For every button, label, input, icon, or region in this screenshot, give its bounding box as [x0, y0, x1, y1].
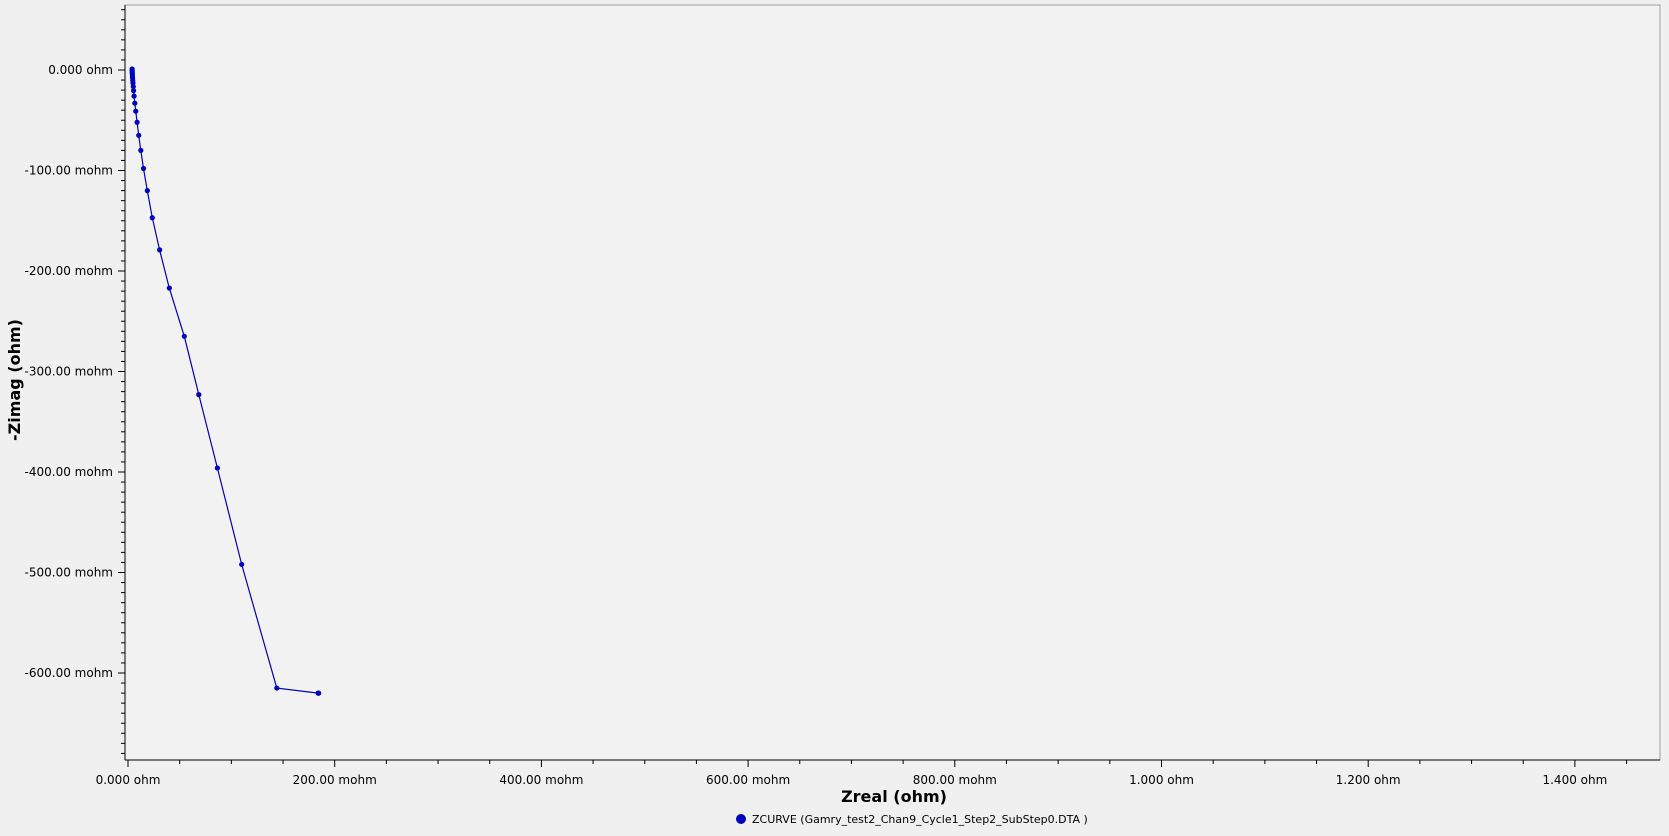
y-tick-label: -400.00 mohm [25, 465, 113, 479]
data-point [138, 147, 144, 153]
y-tick-label: -300.00 mohm [25, 365, 113, 379]
data-point [131, 93, 137, 99]
data-point [214, 465, 220, 471]
data-point [132, 100, 138, 106]
x-tick-label: 1.200 ohm [1336, 773, 1401, 787]
data-point [181, 333, 187, 339]
data-point [134, 119, 140, 125]
x-tick-label: 200.00 mohm [293, 773, 377, 787]
data-point [133, 108, 139, 114]
y-tick-label: 0.000 ohm [48, 63, 113, 77]
y-axis: 0.000 ohm -100.00 mohm -200.00 mohm -300.00… [25, 5, 126, 760]
y-tick-label: -500.00 mohm [25, 566, 113, 580]
data-point [130, 88, 137, 94]
data-point [196, 392, 202, 398]
data-point [239, 561, 245, 568]
x-tick-label: 1.000 ohm [1129, 773, 1194, 787]
data-point [144, 188, 150, 194]
x-axis-title: Zreal (ohm) [841, 787, 947, 806]
data-point [274, 685, 280, 691]
y-tick-label: -100.00 mohm [25, 164, 113, 178]
plot-area [124, 4, 1661, 761]
x-axis: 0.000 ohm 200.00 mohm 400.00 mohm 600.00 mo… [96, 759, 1660, 787]
data-point [149, 215, 155, 221]
data-point [166, 285, 172, 291]
legend: ZCURVE (Gamry_test2_Chan9_Cycle1_Step2_S… [736, 813, 1088, 826]
x-tick-label: 1.400 ohm [1542, 773, 1607, 787]
x-tick-label: 400.00 mohm [499, 773, 583, 787]
x-tick-label: 0.000 ohm [96, 773, 161, 787]
data-point [157, 247, 163, 253]
chart-svg: 0.000 ohm -100.00 mohm -200.00 mohm -300.00… [5, 4, 1661, 826]
x-tick-label: 600.00 mohm [706, 773, 790, 787]
data-point [140, 165, 147, 172]
y-tick-label: -600.00 mohm [25, 666, 113, 680]
legend-label: ZCURVE (Gamry_test2_Chan9_Cycle1_Step2_S… [752, 813, 1088, 826]
y-axis-title: -Zimag (ohm) [5, 319, 24, 441]
y-tick-label: -200.00 mohm [25, 264, 113, 278]
nyquist-chart: 0.000 ohm -100.00 mohm -200.00 mohm -300.00… [0, 0, 1669, 832]
data-point [316, 690, 322, 696]
data-point [136, 132, 142, 138]
x-tick-label: 800.00 mohm [913, 773, 997, 787]
legend-marker [736, 814, 746, 824]
